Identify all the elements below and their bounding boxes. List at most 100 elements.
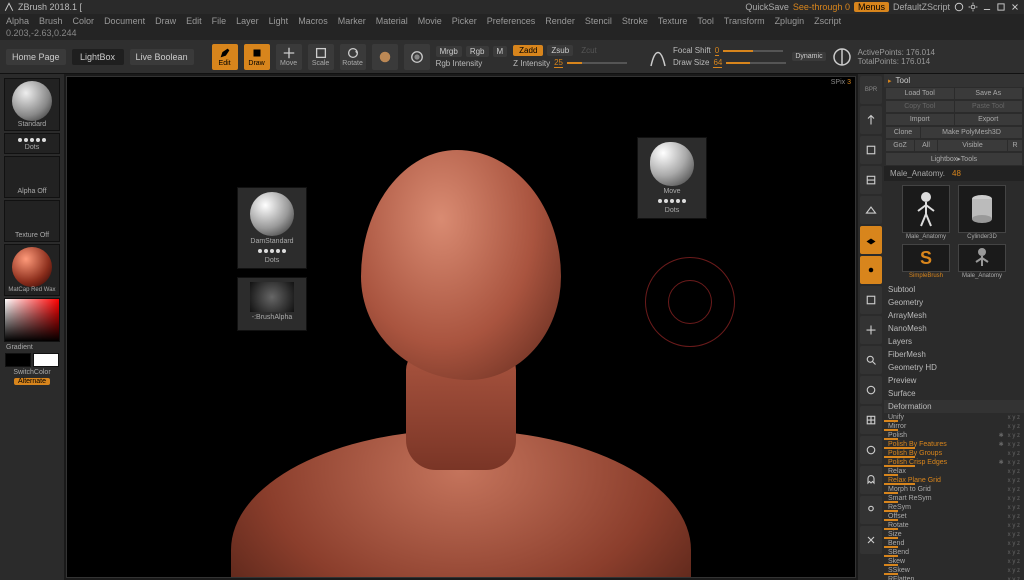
settings-icon[interactable] (968, 2, 978, 12)
switch-color-button[interactable]: SwitchColor (13, 369, 50, 376)
aahalf-button[interactable] (860, 166, 882, 194)
alternate-button[interactable]: Alternate (14, 378, 50, 385)
deform-smart-resym[interactable]: Smart ReSym x y z (884, 494, 1024, 503)
move-mode-button[interactable]: Move (276, 44, 302, 70)
close-icon[interactable] (1010, 2, 1020, 12)
gear-icon[interactable]: ✱ (999, 459, 1004, 466)
copy-tool-button[interactable]: Copy Tool (886, 101, 954, 112)
axis-toggles[interactable]: x y z (1008, 415, 1020, 421)
menus-toggle[interactable]: Menus (854, 2, 889, 12)
deform-sskew[interactable]: SSkew x y z (884, 566, 1024, 575)
section-arraymesh[interactable]: ArrayMesh (884, 309, 1024, 322)
section-fibermesh[interactable]: FiberMesh (884, 348, 1024, 361)
axis-toggles[interactable]: x y z (1008, 460, 1020, 466)
axis-toggles[interactable]: x y z (1008, 487, 1020, 493)
brush-curve-icon[interactable] (649, 44, 667, 70)
deform-rotate[interactable]: Rotate x y z (884, 521, 1024, 530)
section-geometry[interactable]: Geometry (884, 296, 1024, 309)
menu-macros[interactable]: Macros (298, 16, 328, 26)
menu-layer[interactable]: Layer (236, 16, 259, 26)
floor-button[interactable] (860, 226, 882, 254)
home-tab[interactable]: Home Page (6, 49, 66, 65)
deform-size[interactable]: Size x y z (884, 530, 1024, 539)
deform-polish-by-groups[interactable]: Polish By Groups x y z (884, 449, 1024, 458)
floating-alpha-panel[interactable]: -:BrushAlpha (237, 277, 307, 331)
sculptris-button[interactable] (404, 44, 430, 70)
deform-unify[interactable]: Unify x y z (884, 413, 1024, 422)
tool-panel-header[interactable]: Tool (884, 74, 1024, 87)
local-button[interactable] (860, 256, 882, 284)
goz-button[interactable]: GoZ (886, 140, 914, 151)
viewport[interactable]: SPix 3 DamStandard Dots -:BrushAlpha Mov… (66, 76, 856, 578)
saveas-tool-button[interactable]: Save As (955, 88, 1023, 99)
polyframe-button[interactable] (860, 406, 882, 434)
menu-edit[interactable]: Edit (186, 16, 202, 26)
menu-tool[interactable]: Tool (697, 16, 714, 26)
solo-button[interactable] (860, 496, 882, 524)
section-deformation[interactable]: Deformation (884, 400, 1024, 413)
brush-slot[interactable]: Standard (4, 78, 60, 131)
z-intensity-slider[interactable]: Z Intensity 25 (513, 58, 627, 68)
deform-polish[interactable]: Polish✱ x y z (884, 431, 1024, 440)
axis-toggles[interactable]: x y z (1008, 541, 1020, 547)
gear-icon[interactable]: ✱ (999, 441, 1004, 448)
menu-texture[interactable]: Texture (658, 16, 688, 26)
alpha-slot[interactable]: Alpha Off (4, 156, 60, 198)
tool-thumb-anatomy-2[interactable]: Male_Anatomy (956, 244, 1008, 279)
deform-offset[interactable]: Offset x y z (884, 512, 1024, 521)
floating-brush-panel-2[interactable]: Move Dots (637, 137, 707, 219)
xpose-button[interactable] (860, 526, 882, 554)
axis-toggles[interactable]: x y z (1008, 451, 1020, 457)
gizmo-button[interactable] (372, 44, 398, 70)
menu-material[interactable]: Material (376, 16, 408, 26)
menu-color[interactable]: Color (73, 16, 95, 26)
axis-toggles[interactable]: x y z (1008, 559, 1020, 565)
floating-brush-panel[interactable]: DamStandard Dots (237, 187, 307, 269)
goz-r-button[interactable]: R (1008, 140, 1022, 151)
export-button[interactable]: Export (955, 114, 1023, 125)
deform-bend[interactable]: Bend x y z (884, 539, 1024, 548)
tool-thumb-anatomy[interactable]: Male_Anatomy (900, 185, 952, 240)
deform-mirror[interactable]: Mirror x y z (884, 422, 1024, 431)
section-subtool[interactable]: Subtool (884, 283, 1024, 296)
deform-relax[interactable]: Relax x y z (884, 467, 1024, 476)
axis-toggles[interactable]: x y z (1008, 577, 1020, 580)
lightbox-tools-button[interactable]: Lightbox▸Tools (886, 153, 1022, 165)
ghost-button[interactable] (860, 466, 882, 494)
bpr-button[interactable]: BPR (860, 76, 882, 104)
mrgb-button[interactable]: Mrgb (436, 46, 462, 57)
menu-file[interactable]: File (212, 16, 227, 26)
deform-polish-by-features[interactable]: Polish By Features✱ x y z (884, 440, 1024, 449)
section-preview[interactable]: Preview (884, 374, 1024, 387)
goz-all-button[interactable]: All (915, 140, 937, 151)
quicksave-button[interactable]: QuickSave (745, 2, 789, 12)
rgb-button[interactable]: Rgb (466, 46, 489, 57)
section-geometryhd[interactable]: Geometry HD (884, 361, 1024, 374)
deform-resym[interactable]: ReSym x y z (884, 503, 1024, 512)
axis-toggles[interactable]: x y z (1008, 532, 1020, 538)
menu-marker[interactable]: Marker (338, 16, 366, 26)
zoom-button[interactable] (860, 346, 882, 374)
scroll-button[interactable] (860, 106, 882, 134)
deform-morph-to-grid[interactable]: Morph to Grid x y z (884, 485, 1024, 494)
import-button[interactable]: Import (886, 114, 954, 125)
persp-button[interactable] (860, 196, 882, 224)
section-nanomesh[interactable]: NanoMesh (884, 322, 1024, 335)
liveboolean-tab[interactable]: Live Boolean (130, 49, 194, 65)
paste-tool-button[interactable]: Paste Tool (955, 101, 1023, 112)
material-slot[interactable]: MatCap Red Wax (4, 244, 60, 296)
menu-zscript[interactable]: Zscript (814, 16, 841, 26)
stroke-slot[interactable]: Dots (4, 133, 60, 154)
zsub-button[interactable]: Zsub (547, 45, 573, 56)
tool-thumb-cylinder[interactable]: Cylinder3D (956, 185, 1008, 240)
menu-picker[interactable]: Picker (452, 16, 477, 26)
m-button[interactable]: M (493, 46, 508, 57)
move-view-button[interactable] (860, 316, 882, 344)
help-icon[interactable] (954, 2, 964, 12)
deform-polish-crisp-edges[interactable]: Polish Crisp Edges✱ x y z (884, 458, 1024, 467)
axis-toggles[interactable]: x y z (1008, 469, 1020, 475)
make-polymesh-button[interactable]: Make PolyMesh3D (921, 127, 1022, 138)
color-picker[interactable] (4, 298, 60, 342)
axis-toggles[interactable]: x y z (1008, 523, 1020, 529)
goz-visible-button[interactable]: Visible (938, 140, 1007, 151)
